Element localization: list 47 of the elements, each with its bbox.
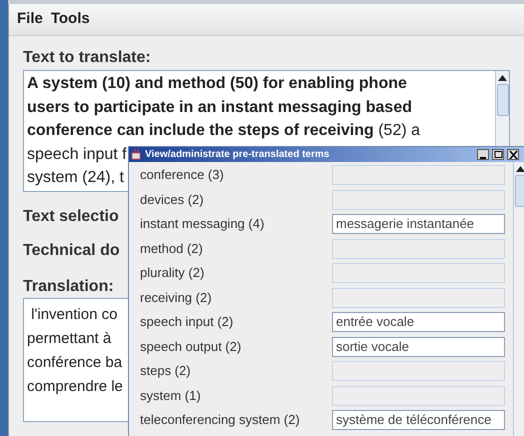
translation-field[interactable]	[332, 165, 505, 185]
scroll-up-icon[interactable]	[516, 166, 524, 172]
menu-item[interactable]: Tools	[50, 8, 90, 31]
text-line: permettant à	[27, 329, 112, 349]
minimize-icon[interactable]	[477, 149, 489, 160]
text-line: comprendre le	[27, 377, 123, 397]
term-label: speech output (2)	[140, 338, 242, 356]
scrollbar-thumb[interactable]	[496, 84, 508, 116]
text-line: conference can include the steps of receiving (52) a	[27, 121, 420, 141]
term-label: teleconferencing system (2)	[140, 411, 301, 430]
text-line: l'invention co	[30, 305, 118, 325]
term-label: receiving (2)	[140, 288, 213, 307]
field-label: Translation:	[23, 277, 114, 297]
scroll-up-icon[interactable]	[498, 75, 507, 81]
translation-field[interactable]	[332, 263, 505, 283]
field-label: Technical do	[23, 241, 120, 261]
term-label: devices (2)	[140, 190, 205, 209]
translation-field[interactable]	[332, 190, 505, 210]
dialog-title: View/administrate pre-translated terms	[145, 148, 330, 162]
text-line: A system (10) and method (50) for enabling phone	[27, 74, 407, 94]
scrollbar[interactable]	[513, 162, 524, 436]
translation-field[interactable]	[332, 361, 505, 381]
translation-field[interactable]: entrée vocale	[332, 312, 505, 332]
term-label: conference (3)	[140, 166, 225, 184]
term-label: instant messaging (4)	[140, 215, 266, 234]
term-label: system (1)	[140, 386, 202, 405]
text-line: system (24), t	[27, 168, 124, 188]
text-line: users to participate in an instant messaging based	[27, 98, 412, 118]
text-line: conférence ba	[27, 353, 122, 373]
term-label: steps (2)	[140, 362, 192, 380]
translation-field[interactable]	[332, 238, 505, 258]
field-label: Text to translate:	[23, 48, 151, 68]
field-label: Text selectio	[23, 207, 119, 227]
translation-field[interactable]: messagerie instantanée	[332, 214, 505, 234]
menu-item[interactable]: File	[17, 8, 43, 31]
close-icon[interactable]	[507, 149, 519, 160]
translation-field[interactable]: sortie vocale	[332, 336, 505, 356]
term-label: method (2)	[140, 240, 204, 258]
translation-field[interactable]: système de téléconférence	[332, 410, 505, 430]
translation-field[interactable]	[332, 288, 505, 308]
term-label: speech input (2)	[140, 313, 234, 332]
scrollbar-thumb[interactable]	[514, 175, 524, 207]
text-line: speech input f	[27, 144, 127, 164]
translation-field[interactable]	[332, 386, 505, 406]
term-label: plurality (2)	[140, 264, 206, 282]
cup-icon	[131, 149, 142, 160]
maximize-icon[interactable]	[492, 149, 504, 160]
